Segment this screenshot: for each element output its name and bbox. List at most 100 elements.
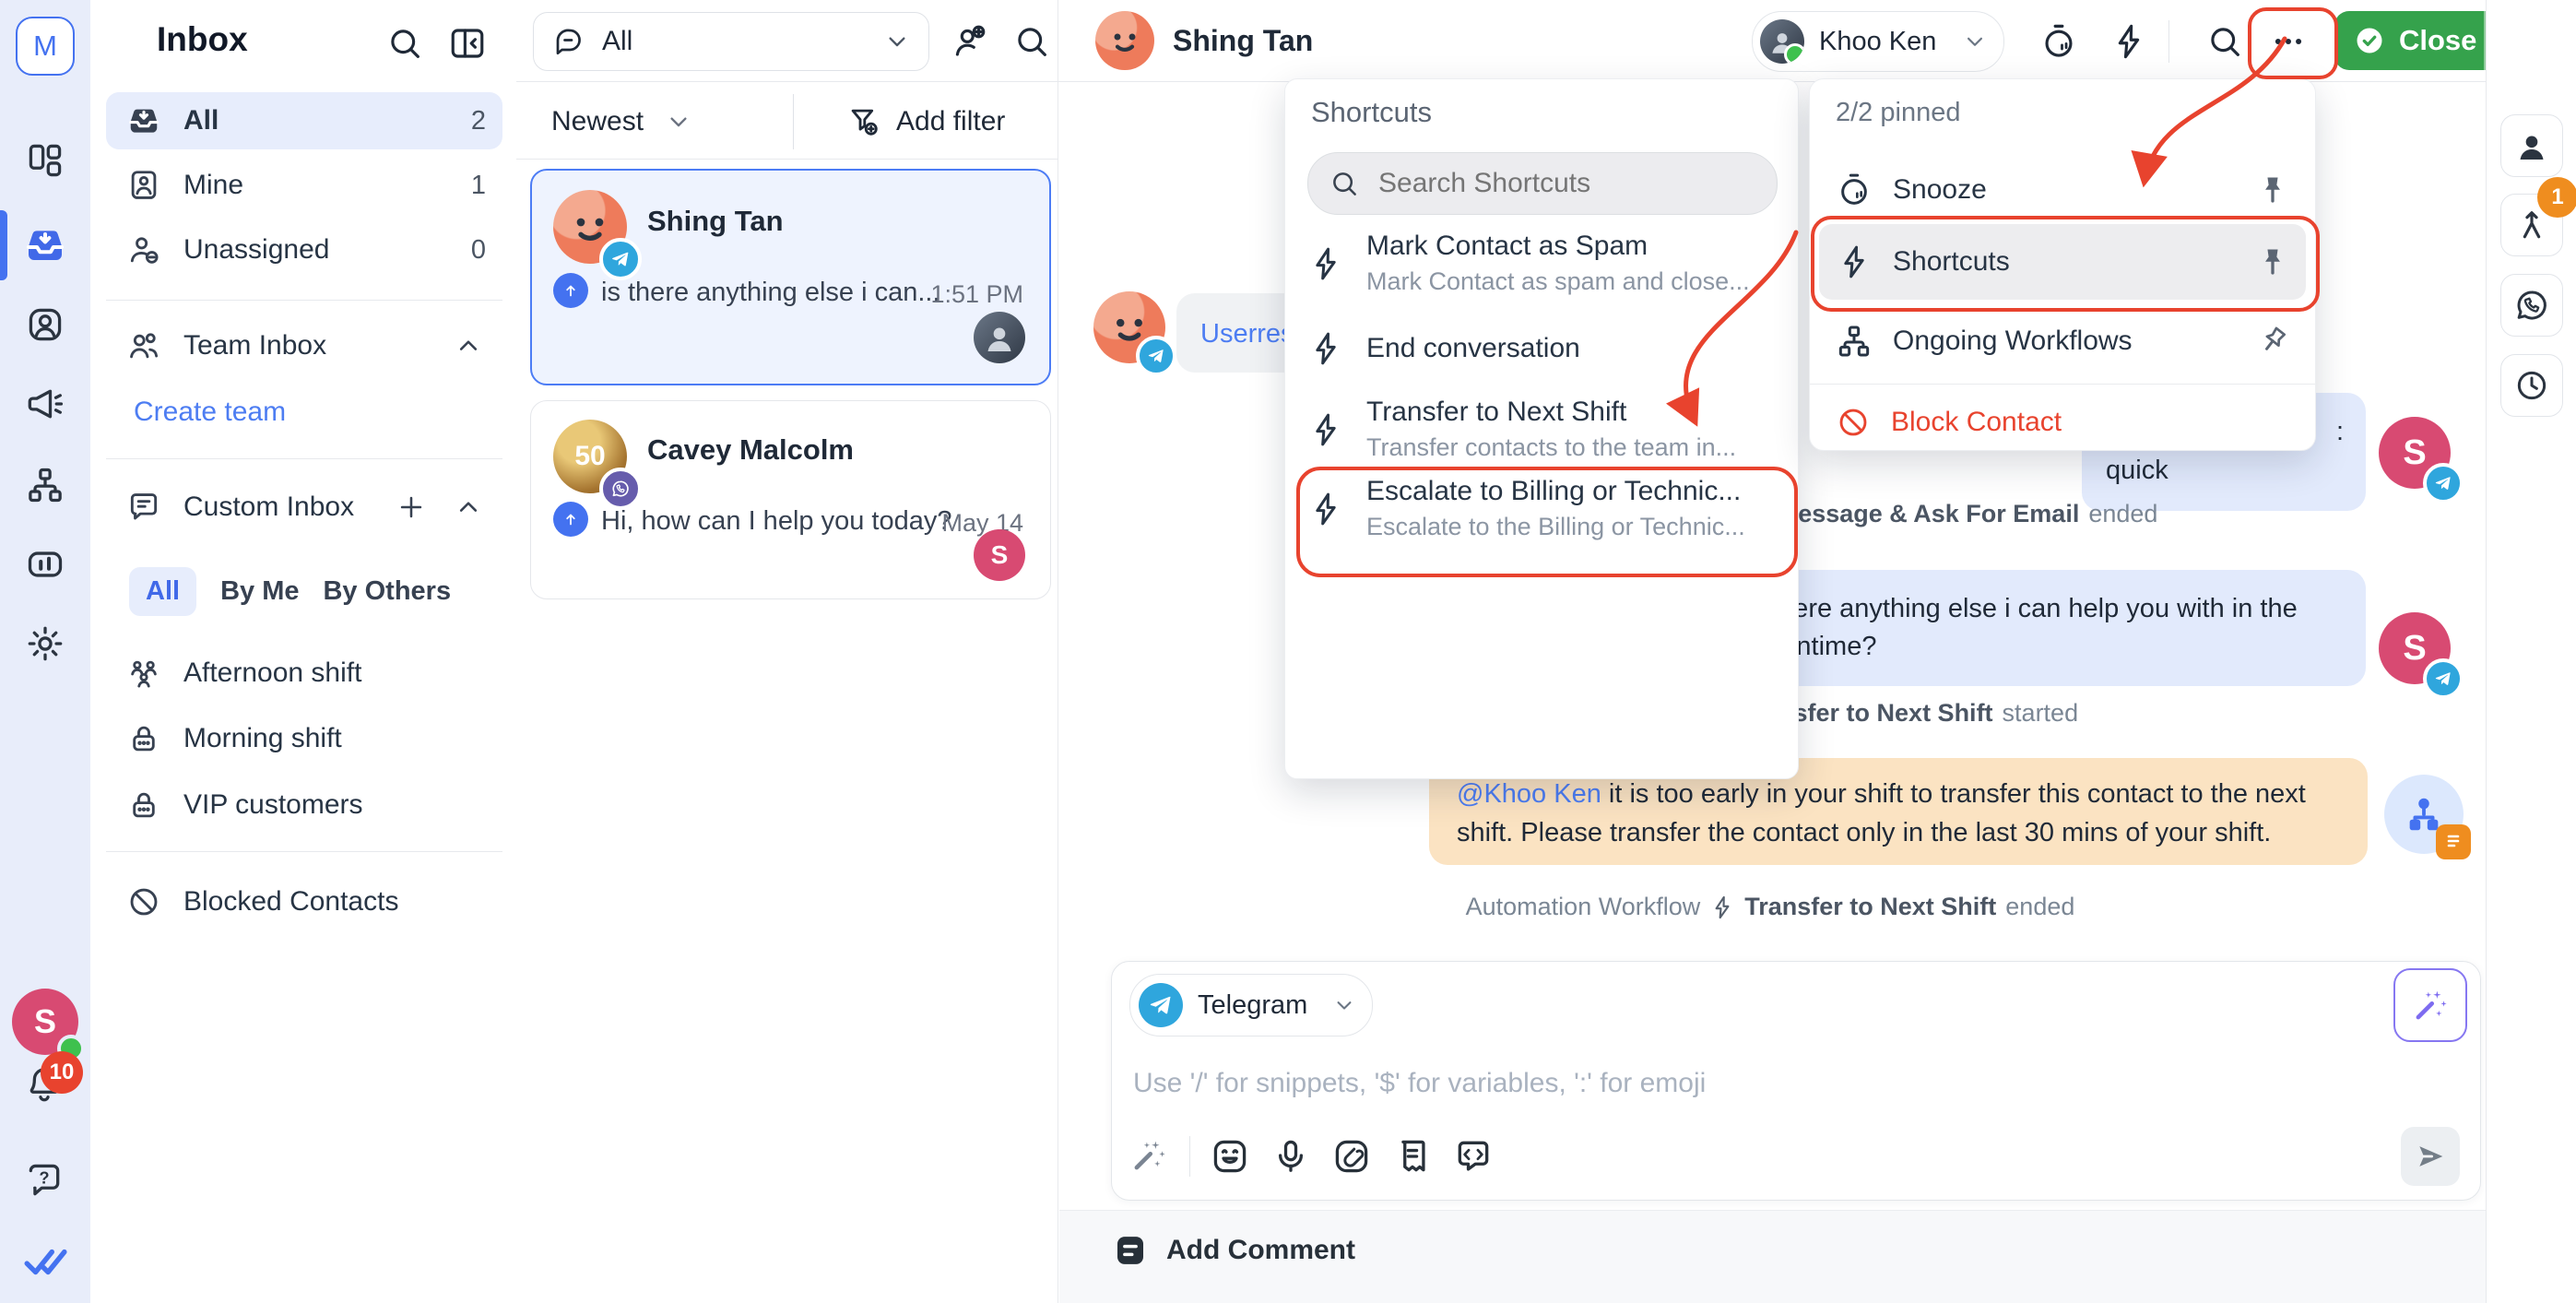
close-conversation-button[interactable]: Close bbox=[2334, 11, 2484, 70]
chevron-up-icon[interactable] bbox=[453, 492, 484, 523]
comment-note-icon bbox=[1111, 1231, 1150, 1270]
shortcut-item-transfer-next-shift[interactable]: Transfer to Next Shift Transfer contacts… bbox=[1307, 397, 1776, 462]
sort-value: Newest bbox=[551, 106, 644, 137]
message-input[interactable]: Use '/' for snippets, '$' for variables,… bbox=[1133, 1068, 1706, 1099]
inbox-icon bbox=[126, 103, 161, 138]
workspace-logo[interactable]: M bbox=[16, 17, 75, 76]
assignee-avatar bbox=[1760, 19, 1804, 64]
send-button[interactable] bbox=[2401, 1127, 2460, 1186]
shortcut-subtitle: Mark Contact as spam and close... bbox=[1366, 267, 1750, 296]
ai-assist-button[interactable] bbox=[2393, 968, 2467, 1042]
tab-by-me[interactable]: By Me bbox=[220, 576, 299, 607]
assignee-avatar bbox=[974, 312, 1025, 363]
snooze-icon[interactable] bbox=[2039, 22, 2078, 61]
sidebar-search-icon[interactable] bbox=[385, 24, 424, 63]
mention-link[interactable]: @Khoo Ken bbox=[1457, 779, 1601, 809]
more-actions-button[interactable] bbox=[2261, 24, 2316, 59]
collapse-panel-icon[interactable] bbox=[448, 24, 487, 63]
brand-doublecheck-icon bbox=[22, 1238, 68, 1284]
shortcuts-search-input[interactable] bbox=[1377, 167, 1749, 200]
menu-item-ongoing-workflows[interactable]: Ongoing Workflows bbox=[1836, 312, 2289, 371]
broadcast-icon[interactable] bbox=[25, 384, 65, 424]
funnel-plus-icon bbox=[846, 104, 881, 139]
sidebar-item-unassigned[interactable]: Unassigned 0 bbox=[106, 221, 502, 278]
create-team-link[interactable]: Create team bbox=[134, 397, 286, 428]
tab-all[interactable]: All bbox=[129, 567, 196, 616]
conversation-search-icon[interactable] bbox=[1012, 22, 1051, 61]
message-text-line: : bbox=[2336, 413, 2344, 451]
pinned-counter: 2/2 pinned bbox=[1836, 98, 1960, 128]
emoji-icon[interactable] bbox=[1210, 1136, 1250, 1177]
attachment-icon[interactable] bbox=[1331, 1136, 1372, 1177]
contact-details-button[interactable] bbox=[2500, 114, 2563, 177]
conversation-name: Cavey Malcolm bbox=[647, 433, 854, 467]
add-comment-button[interactable]: Add Comment bbox=[1111, 1228, 1355, 1273]
assignee-name: Khoo Ken bbox=[1819, 27, 1936, 57]
pin-icon[interactable] bbox=[2256, 245, 2289, 278]
blocked-contacts-item[interactable]: Blocked Contacts bbox=[106, 873, 502, 930]
block-icon bbox=[126, 884, 161, 919]
custom-inbox-label: VIP customers bbox=[183, 789, 363, 821]
chat-contact-avatar bbox=[1095, 11, 1154, 70]
help-icon[interactable] bbox=[24, 1160, 65, 1201]
custom-inbox-morning-shift[interactable]: Morning shift bbox=[106, 710, 502, 767]
shortcuts-search[interactable] bbox=[1307, 152, 1778, 215]
shortcut-title: Transfer to Next Shift bbox=[1366, 397, 1736, 428]
chat-filter-icon bbox=[552, 25, 585, 58]
sort-dropdown[interactable]: Newest bbox=[551, 96, 693, 148]
conversation-sort-border bbox=[516, 159, 1058, 160]
history-panel-button[interactable] bbox=[2500, 354, 2563, 417]
person-badge-icon bbox=[126, 168, 161, 203]
chat-search-icon[interactable] bbox=[2205, 22, 2244, 61]
system-event-prefix: Automation Workflow bbox=[1466, 893, 1701, 921]
online-dot bbox=[1784, 43, 1804, 64]
sidebar-item-all[interactable]: All 2 bbox=[106, 92, 502, 149]
whatsapp-panel-button[interactable] bbox=[2500, 274, 2563, 337]
ai-prompt-icon[interactable] bbox=[1129, 1136, 1168, 1175]
menu-item-block-contact[interactable]: Block Contact bbox=[1836, 397, 2289, 448]
custom-inbox-afternoon-shift[interactable]: Afternoon shift bbox=[106, 645, 502, 702]
menu-divider bbox=[1810, 384, 2315, 385]
menu-item-snooze[interactable]: Snooze bbox=[1836, 160, 2289, 219]
tab-by-others[interactable]: By Others bbox=[323, 576, 451, 607]
menu-item-shortcuts[interactable]: Shortcuts bbox=[1836, 232, 2289, 291]
add-filter-button[interactable]: Add filter bbox=[846, 96, 1005, 148]
channel-selector[interactable]: Telegram bbox=[1129, 974, 1373, 1036]
bolt-icon bbox=[1836, 243, 1873, 280]
assignee-dropdown[interactable]: Khoo Ken bbox=[1752, 11, 2004, 72]
settings-icon[interactable] bbox=[25, 623, 65, 664]
code-snippet-icon[interactable] bbox=[1453, 1136, 1494, 1177]
dashboard-icon[interactable] bbox=[25, 140, 65, 181]
channel-filter-dropdown[interactable]: All bbox=[533, 12, 929, 71]
shortcut-item-end-conversation[interactable]: End conversation bbox=[1307, 330, 1776, 367]
pin-icon[interactable] bbox=[2256, 173, 2289, 207]
menu-item-label: Ongoing Workflows bbox=[1893, 326, 2133, 357]
telegram-icon bbox=[1139, 983, 1183, 1027]
pin-outline-icon[interactable] bbox=[2256, 325, 2289, 358]
menu-item-label: Block Contact bbox=[1891, 407, 2062, 438]
sidebar-item-mine[interactable]: Mine 1 bbox=[106, 157, 502, 214]
viber-channel-icon bbox=[599, 468, 642, 510]
add-contact-icon[interactable] bbox=[950, 22, 988, 61]
team-inbox-header[interactable]: Team Inbox bbox=[106, 317, 502, 374]
menu-item-label: Shortcuts bbox=[1893, 246, 2010, 278]
voice-note-icon[interactable] bbox=[1270, 1136, 1311, 1177]
reports-icon[interactable] bbox=[25, 544, 65, 585]
message-link[interactable]: Userres bbox=[1200, 315, 1294, 353]
channel-name: Telegram bbox=[1198, 990, 1307, 1021]
shortcut-bolt-icon[interactable] bbox=[2109, 22, 2148, 61]
group-icon bbox=[126, 656, 161, 691]
block-icon bbox=[1836, 405, 1871, 440]
shortcut-item-escalate[interactable]: Escalate to Billing or Technic... Escala… bbox=[1307, 476, 1776, 541]
snippet-icon[interactable] bbox=[1392, 1136, 1433, 1177]
chevron-up-icon[interactable] bbox=[453, 330, 484, 361]
shortcut-item-mark-spam[interactable]: Mark Contact as Spam Mark Contact as spa… bbox=[1307, 231, 1776, 296]
custom-inbox-header[interactable]: Custom Inbox bbox=[106, 479, 502, 536]
outgoing-message-bubble[interactable]: is there anything else i can help you wi… bbox=[1717, 570, 2366, 686]
contacts-icon[interactable] bbox=[25, 304, 65, 345]
workflows-icon[interactable] bbox=[25, 465, 65, 505]
custom-inbox-vip-customers[interactable]: VIP customers bbox=[106, 776, 502, 834]
conversation-time: 1:51 PM bbox=[885, 280, 1023, 309]
inbox-nav-icon[interactable] bbox=[23, 223, 67, 267]
add-custom-inbox-icon[interactable] bbox=[396, 492, 427, 523]
